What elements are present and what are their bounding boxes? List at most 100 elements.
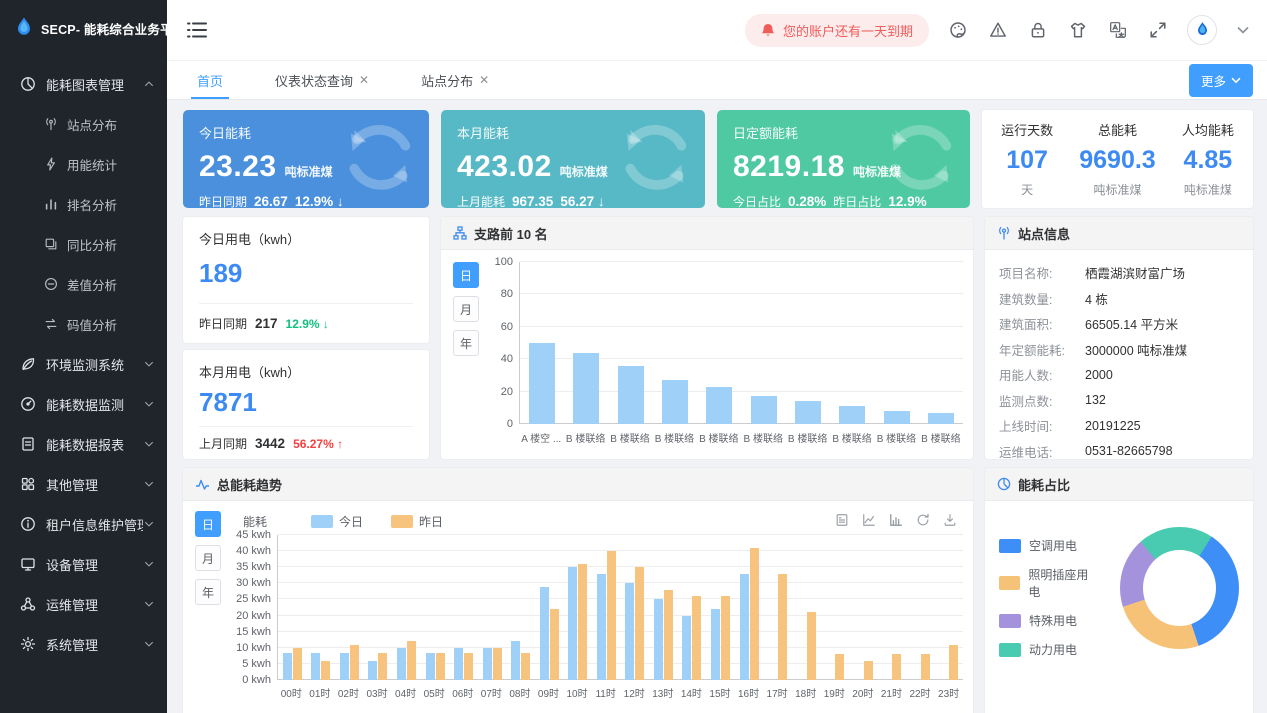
trend-bar-今日[interactable] [625, 583, 634, 680]
menu-unfold-icon[interactable] [187, 21, 207, 39]
trend-bar-昨日[interactable] [378, 653, 387, 680]
branch-bar[interactable] [751, 396, 777, 424]
trend-period-active[interactable]: 日 [195, 511, 221, 537]
sidebar-group-item[interactable]: 运维管理 [0, 584, 167, 624]
donut-legend-item[interactable]: 动力用电 [999, 641, 1098, 658]
trend-period-option[interactable]: 年 [195, 579, 221, 605]
trend-bar-昨日[interactable] [293, 648, 302, 680]
trend-bar-今日[interactable] [597, 574, 606, 680]
branch-period-option[interactable]: 月 [453, 296, 479, 322]
trend-bar-昨日[interactable] [835, 654, 844, 680]
trend-bar-昨日[interactable] [578, 564, 587, 680]
account-expiry-alert[interactable]: 您的账户还有一天到期 [745, 14, 929, 47]
close-icon[interactable]: ✕ [359, 73, 369, 87]
refresh-icon[interactable] [916, 513, 930, 527]
tab-item[interactable]: 仪表状态查询✕ [269, 61, 375, 99]
sidebar-group-item[interactable]: 租户信息维护管理 [0, 504, 167, 544]
sidebar-group-item[interactable]: 能耗数据报表 [0, 424, 167, 464]
close-icon[interactable]: ✕ [479, 73, 489, 87]
trend-bar-昨日[interactable] [692, 596, 701, 680]
trend-bar-昨日[interactable] [864, 661, 873, 680]
trend-bar-今日[interactable] [711, 609, 720, 680]
donut-legend-item[interactable]: 空调用电 [999, 537, 1098, 554]
dataview-icon[interactable] [835, 513, 849, 527]
trend-bar-昨日[interactable] [921, 654, 930, 680]
branch-bar[interactable] [928, 413, 954, 424]
donut-chart[interactable] [1120, 527, 1239, 649]
trend-period-option[interactable]: 月 [195, 545, 221, 571]
barchart-icon[interactable] [889, 513, 903, 527]
warning-icon[interactable] [989, 21, 1007, 39]
branch-bar[interactable] [618, 366, 644, 424]
sidebar-group-item[interactable]: 环境监测系统 [0, 344, 167, 384]
sidebar-group-item[interactable]: 设备管理 [0, 544, 167, 584]
trend-bar-昨日[interactable] [550, 609, 559, 680]
trend-bar-昨日[interactable] [436, 653, 445, 680]
sidebar-group-item[interactable]: 能耗数据监测 [0, 384, 167, 424]
branch-bar[interactable] [529, 343, 555, 424]
trend-bar-昨日[interactable] [607, 551, 616, 680]
avatar[interactable] [1187, 15, 1217, 45]
legend-item[interactable]: 今日 [311, 513, 363, 530]
trend-bar-昨日[interactable] [778, 574, 787, 680]
sidebar-sub-item[interactable]: 同比分析 [0, 224, 167, 264]
branch-period-active[interactable]: 日 [453, 262, 479, 288]
trend-bar-今日[interactable] [311, 653, 320, 680]
branch-bar[interactable] [662, 380, 688, 424]
lock-icon[interactable] [1029, 21, 1047, 39]
trend-bar-昨日[interactable] [807, 612, 816, 680]
trend-bar-昨日[interactable] [750, 548, 759, 680]
trend-bar-今日[interactable] [540, 587, 549, 680]
palette-icon[interactable] [949, 21, 967, 39]
tab-item[interactable]: 站点分布✕ [415, 61, 495, 99]
trend-bar-昨日[interactable] [664, 590, 673, 680]
branch-bar[interactable] [884, 411, 910, 424]
trend-bar-今日[interactable] [368, 661, 377, 680]
trend-bar-昨日[interactable] [493, 648, 502, 680]
trend-bar-昨日[interactable] [407, 641, 416, 680]
legend-item[interactable]: 昨日 [391, 513, 443, 530]
sidebar-group-item[interactable]: 能耗图表管理 [0, 64, 167, 104]
trend-bar-昨日[interactable] [721, 596, 730, 680]
trend-bar-今日[interactable] [483, 648, 492, 680]
donut-legend-item[interactable]: 照明插座用电 [999, 566, 1098, 600]
tshirt-icon[interactable] [1069, 21, 1087, 39]
trend-bar-昨日[interactable] [464, 653, 473, 680]
sidebar-group-item[interactable]: 其他管理 [0, 464, 167, 504]
download-icon[interactable] [943, 513, 957, 527]
trend-bar-昨日[interactable] [350, 645, 359, 680]
trend-bar-今日[interactable] [511, 641, 520, 680]
sidebar-sub-item[interactable]: 排名分析 [0, 184, 167, 224]
trend-bar-今日[interactable] [654, 599, 663, 680]
more-tabs-button[interactable]: 更多 [1189, 64, 1253, 97]
trend-bar-今日[interactable] [397, 648, 406, 680]
trend-bar-昨日[interactable] [892, 654, 901, 680]
sidebar-sub-item[interactable]: 站点分布 [0, 104, 167, 144]
trend-bar-今日[interactable] [426, 653, 435, 680]
trend-bar-今日[interactable] [454, 648, 463, 680]
donut-legend-item[interactable]: 特殊用电 [999, 612, 1098, 629]
sidebar-sub-item[interactable]: 码值分析 [0, 304, 167, 344]
trend-bar-昨日[interactable] [635, 567, 644, 680]
trend-bar-今日[interactable] [740, 574, 749, 680]
trend-bar-今日[interactable] [568, 567, 577, 680]
trend-bar-今日[interactable] [340, 653, 349, 680]
fullscreen-icon[interactable] [1149, 21, 1167, 39]
branch-period-option[interactable]: 年 [453, 330, 479, 356]
user-dropdown-chevron-icon[interactable] [1237, 26, 1249, 34]
branch-bar[interactable] [839, 406, 865, 424]
trend-chart[interactable]: 能耗 今日 昨日 0 kwh5 kwh10 kwh15 kwh20 kwh25 … [229, 511, 963, 713]
trend-bar-昨日[interactable] [521, 653, 530, 680]
trend-bar-今日[interactable] [682, 616, 691, 680]
tab-active[interactable]: 首页 [191, 61, 229, 99]
linechart-icon[interactable] [862, 513, 876, 527]
trend-bar-今日[interactable] [283, 653, 292, 680]
trend-bar-昨日[interactable] [949, 645, 958, 680]
branch-bar[interactable] [706, 387, 732, 424]
branch-chart[interactable]: 020406080100 A 楼空 ...B 楼联络B 楼联络B 楼联络B 楼联… [489, 262, 963, 453]
sidebar-group-item[interactable]: 系统管理 [0, 624, 167, 664]
translate-icon[interactable] [1109, 21, 1127, 39]
trend-bar-昨日[interactable] [321, 661, 330, 680]
branch-bar[interactable] [573, 353, 599, 424]
sidebar-sub-item[interactable]: 差值分析 [0, 264, 167, 304]
